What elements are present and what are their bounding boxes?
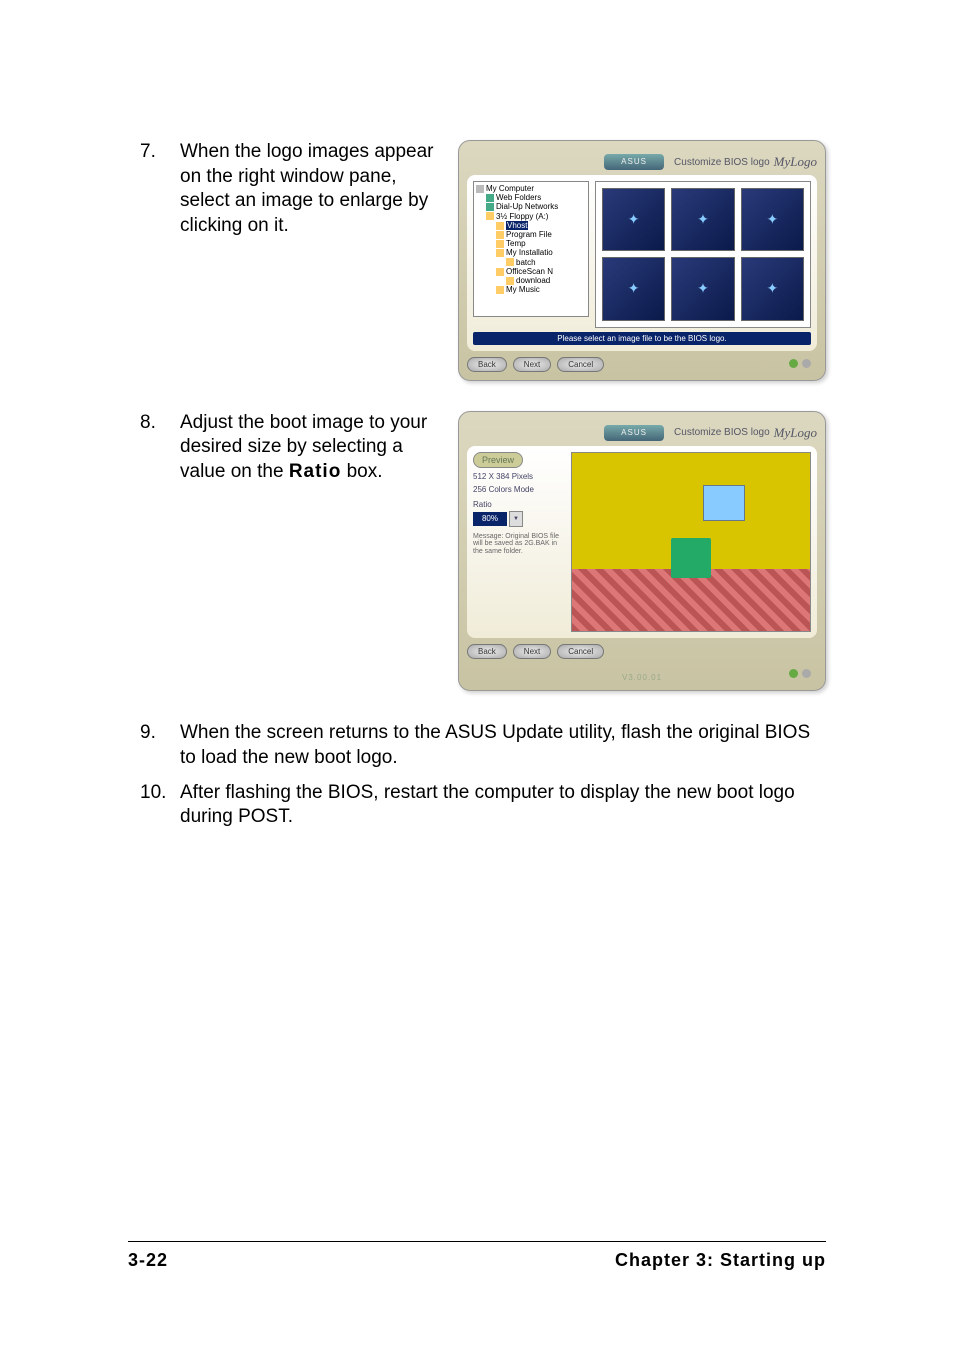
preview-tab[interactable]: Preview (473, 452, 523, 468)
asus-logo: ASUS (604, 154, 664, 170)
folder-icon (496, 240, 504, 248)
ratio-label: Ratio (473, 500, 563, 509)
status-dot-icon (802, 359, 811, 368)
step-number: 9. (140, 721, 180, 770)
thumbnail[interactable]: ✦ (602, 257, 665, 320)
step-text: When the screen returns to the ASUS Upda… (180, 721, 826, 770)
chapter-title: Chapter 3: Starting up (615, 1250, 826, 1271)
next-button[interactable]: Next (513, 644, 551, 659)
asus-logo: ASUS (604, 425, 664, 441)
image-thumbnails: ✦ ✦ ✦ ✦ ✦ ✦ (595, 181, 811, 328)
folder-icon (496, 286, 504, 294)
header-caption: Customize BIOS logo (674, 427, 770, 438)
ratio-select[interactable]: 80% ▼ (473, 511, 563, 527)
screenshot-select-image: ASUS Customize BIOS logo MyLogo My Compu… (458, 140, 826, 381)
header-caption: Customize BIOS logo (674, 157, 770, 168)
tree-node: Temp (506, 239, 526, 248)
folder-icon (506, 277, 514, 285)
preview-plant-graphic (671, 538, 711, 578)
step-text: After flashing the BIOS, restart the com… (180, 781, 826, 830)
step-8-row: 8. Adjust the boot image to your desired… (140, 411, 826, 692)
cancel-button[interactable]: Cancel (557, 357, 604, 372)
dropdown-arrow-icon[interactable]: ▼ (509, 511, 523, 527)
document-page: 7. When the logo images appear on the ri… (0, 0, 954, 1351)
thumbnail[interactable]: ✦ (602, 188, 665, 251)
globe-icon (486, 194, 494, 202)
folder-icon (496, 231, 504, 239)
page-footer: 3-22 Chapter 3: Starting up (128, 1241, 826, 1271)
step-text-part: box. (341, 461, 382, 482)
back-button[interactable]: Back (467, 357, 507, 372)
tree-node: My Installatio (506, 248, 553, 257)
step-text: Adjust the boot image to your desired si… (180, 411, 434, 485)
folder-icon (496, 222, 504, 230)
tree-node: 3½ Floppy (A:) (496, 212, 548, 221)
screenshot-preview: ASUS Customize BIOS logo MyLogo Preview … (458, 411, 826, 692)
status-dot-icon (802, 669, 811, 678)
computer-icon (476, 185, 484, 193)
tree-node-selected: Vhost (506, 221, 528, 230)
back-button[interactable]: Back (467, 644, 507, 659)
page-number: 3-22 (128, 1250, 168, 1271)
tree-node: Program File (506, 230, 552, 239)
preview-window-graphic (703, 485, 745, 521)
network-icon (486, 203, 494, 211)
cancel-button[interactable]: Cancel (557, 644, 604, 659)
tree-node: My Music (506, 285, 540, 294)
hint-bar: Please select an image file to be the BI… (473, 332, 811, 345)
step-7-row: 7. When the logo images appear on the ri… (140, 140, 826, 381)
thumbnail[interactable]: ✦ (671, 188, 734, 251)
thumbnail[interactable]: ✦ (671, 257, 734, 320)
folder-icon (506, 258, 514, 266)
step-number: 7. (140, 140, 180, 239)
color-mode-text: 256 Colors Mode (473, 485, 563, 494)
tree-node: download (516, 276, 550, 285)
thumbnail[interactable]: ✦ (741, 257, 804, 320)
floppy-icon (486, 212, 494, 220)
next-button[interactable]: Next (513, 357, 551, 372)
folder-icon (496, 249, 504, 257)
step-text: When the logo images appear on the right… (180, 140, 434, 239)
thumbnail[interactable]: ✦ (741, 188, 804, 251)
tree-node: OfficeScan N (506, 267, 553, 276)
mylogo-text: MyLogo (774, 425, 817, 441)
tree-node: Web Folders (496, 193, 541, 202)
status-dot-icon (789, 669, 798, 678)
step-number: 8. (140, 411, 180, 485)
folder-icon (496, 268, 504, 276)
message-text: Message: Original BIOS file will be save… (473, 533, 563, 556)
tree-node: Dial-Up Networks (496, 202, 558, 211)
ratio-keyword: Ratio (289, 461, 342, 482)
step-number: 10. (140, 781, 180, 830)
status-dot-icon (789, 359, 798, 368)
folder-tree[interactable]: My Computer Web Folders Dial-Up Networks… (473, 181, 589, 317)
tree-root: My Computer (486, 184, 534, 193)
mylogo-text: MyLogo (774, 154, 817, 170)
version-text: V3.00.01 (467, 673, 817, 682)
ratio-value: 80% (473, 512, 507, 526)
resolution-text: 512 X 384 Pixels (473, 472, 563, 481)
tree-node: batch (516, 258, 536, 267)
image-preview (571, 452, 811, 633)
